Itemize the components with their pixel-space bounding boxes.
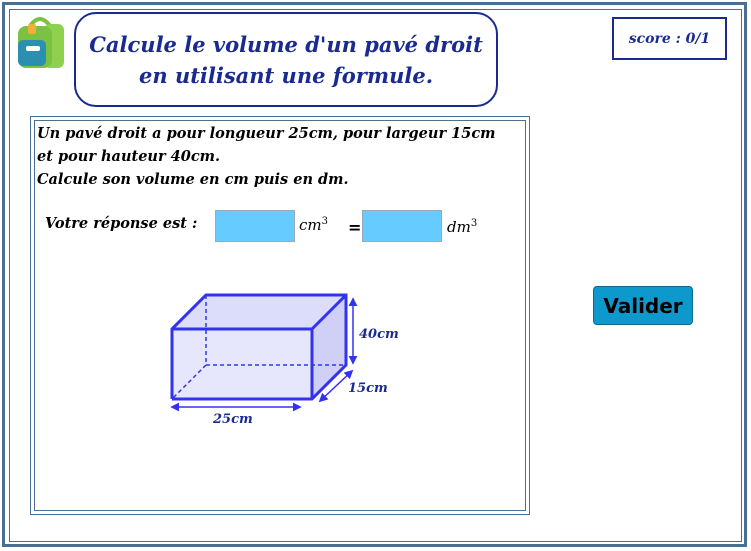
unit-cm3: cm3 bbox=[299, 216, 328, 234]
unit-dm3: dm3 bbox=[447, 218, 477, 236]
statement-line-1: Un pavé droit a pour longueur 25cm, pour… bbox=[37, 125, 496, 142]
statement-line-3: Calcule son volume en cm puis en dm. bbox=[37, 171, 349, 188]
score-badge: score : 0/1 bbox=[612, 17, 727, 60]
exercise-title: Calcule le volume d'un pavé droit en uti… bbox=[74, 12, 498, 107]
cuboid-figure: 40cm 15cm 25cm bbox=[170, 293, 399, 427]
width-label: 15cm bbox=[348, 381, 388, 396]
unit-cm-text: cm bbox=[299, 216, 322, 234]
unit-dm-exponent: 3 bbox=[470, 218, 478, 229]
length-label: 25cm bbox=[212, 412, 253, 427]
score-text: score : 0/1 bbox=[628, 30, 711, 47]
cuboid-front-face bbox=[172, 329, 312, 399]
equals-sign: = bbox=[348, 218, 362, 237]
title-line-2: en utilisant une formule. bbox=[139, 62, 433, 88]
height-label: 40cm bbox=[359, 327, 399, 342]
unit-cm-exponent: 3 bbox=[321, 216, 328, 227]
statement-line-2: et pour hauteur 40cm. bbox=[37, 148, 221, 165]
validate-button[interactable]: Valider bbox=[593, 286, 693, 325]
backpack-icon bbox=[14, 14, 66, 70]
unit-dm-text: dm bbox=[447, 218, 471, 236]
volume-dm3-input[interactable] bbox=[362, 210, 442, 242]
title-line-1: Calcule le volume d'un pavé droit bbox=[89, 31, 483, 57]
volume-cm3-input[interactable] bbox=[215, 210, 295, 242]
answer-label: Votre réponse est : bbox=[45, 215, 198, 232]
problem-statement: Un pavé droit a pour longueur 25cm, pour… bbox=[37, 122, 527, 191]
